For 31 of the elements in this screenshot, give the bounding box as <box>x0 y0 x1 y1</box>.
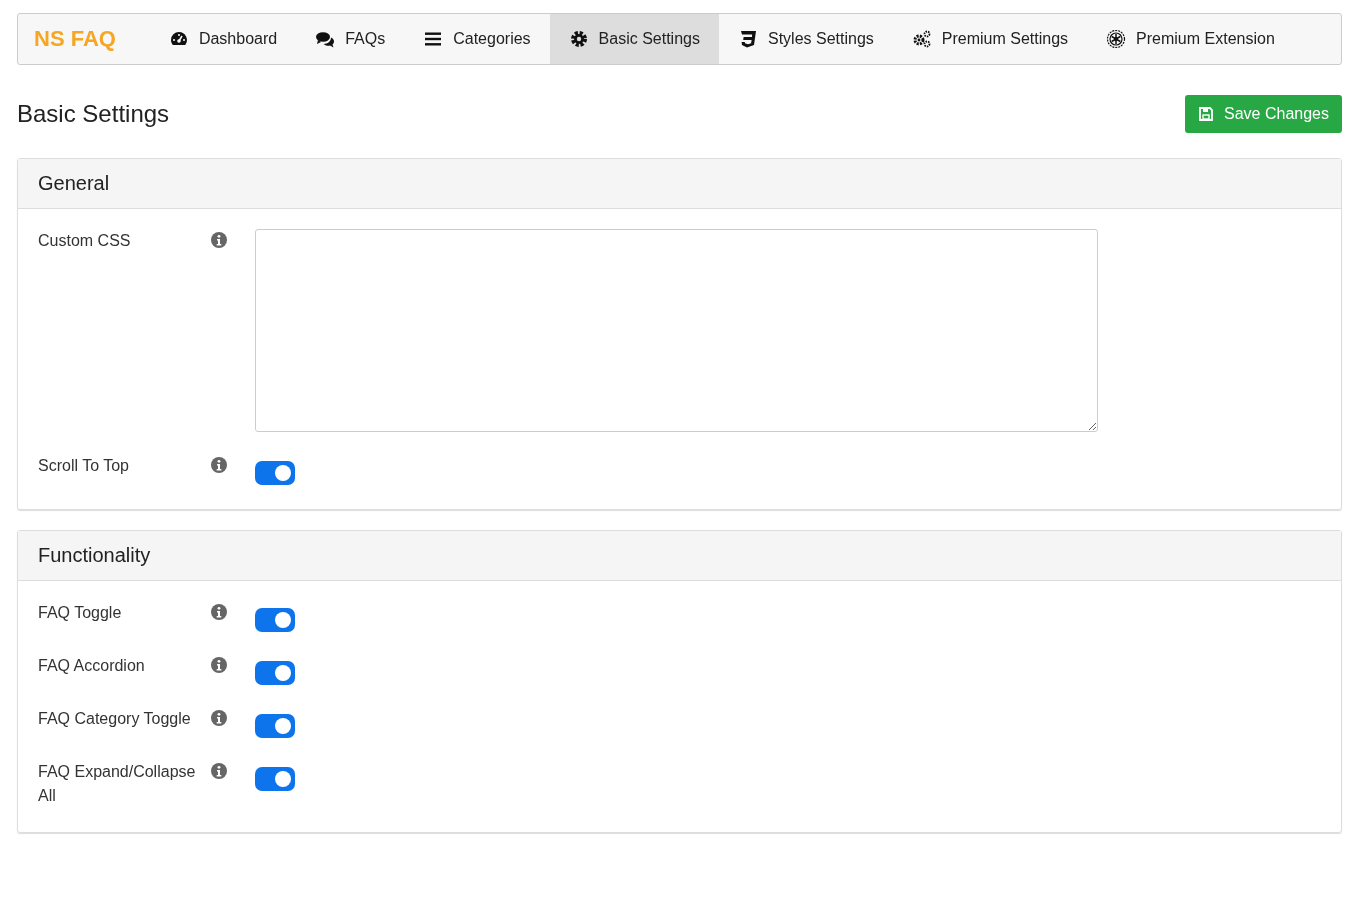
info-icon[interactable] <box>211 710 227 726</box>
info-icon[interactable] <box>211 763 227 779</box>
toggle-switch[interactable] <box>255 608 295 632</box>
toggle-switch[interactable] <box>255 661 295 685</box>
nav-tab[interactable]: Categories <box>404 14 550 64</box>
emblem-icon <box>1106 29 1127 49</box>
toggle-switch[interactable] <box>255 461 295 485</box>
gears-icon <box>911 29 932 49</box>
nav-tab[interactable]: FAQs <box>296 14 405 64</box>
nav-tab[interactable]: Basic Settings <box>549 14 719 64</box>
nav-tab[interactable]: Premium Extension <box>1087 14 1294 64</box>
field-label: FAQ Category Toggle <box>38 709 192 729</box>
card-title: General <box>38 172 110 195</box>
field-label: FAQ Toggle <box>38 603 123 623</box>
field-label: Custom CSS <box>38 231 132 251</box>
field-label: FAQ Accordion <box>38 656 146 676</box>
toggle-switch[interactable] <box>255 714 295 738</box>
field-label: Scroll To Top <box>38 456 130 476</box>
card-title: Functionality <box>38 544 151 567</box>
speech-bubbles-icon <box>315 29 336 49</box>
info-icon[interactable] <box>211 604 227 620</box>
nav-tab[interactable]: Dashboard <box>149 14 297 64</box>
nav-tab[interactable]: Styles Settings <box>718 14 893 64</box>
nav-tab[interactable]: Premium Settings <box>892 14 1088 64</box>
field-label: FAQ Expand/Collapse All <box>38 762 197 806</box>
info-icon[interactable] <box>211 457 227 473</box>
info-icon[interactable] <box>211 232 227 248</box>
toggle-switch[interactable] <box>255 767 295 791</box>
gear-icon <box>568 29 589 49</box>
info-icon[interactable] <box>211 657 227 673</box>
page-title: Basic Settings <box>17 100 170 128</box>
